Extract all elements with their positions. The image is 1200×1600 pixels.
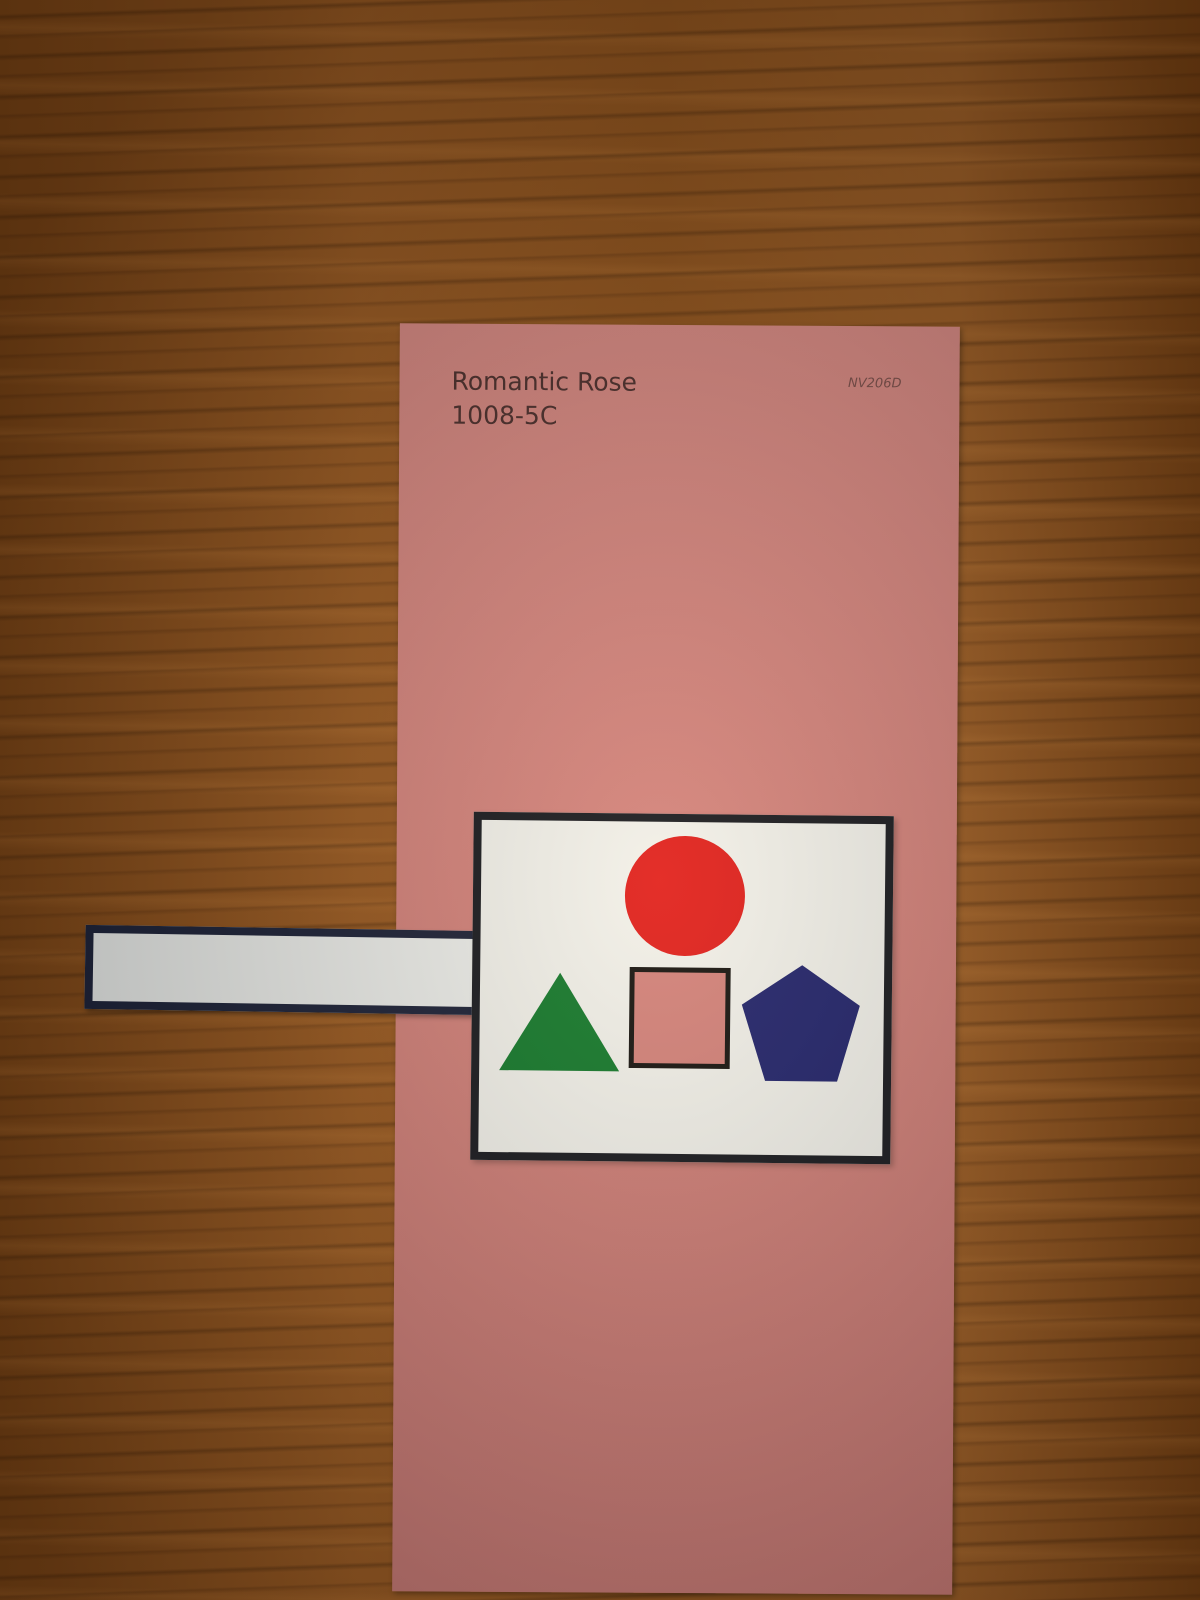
pull-tab-strip[interactable] — [84, 924, 484, 1016]
paint-chip-name: Romantic Rose — [451, 366, 638, 397]
square-cutout-window — [628, 966, 731, 1070]
blue-pentagon-icon — [741, 965, 860, 1082]
green-triangle-icon — [499, 972, 620, 1072]
paint-chip-number: 1008-5C — [451, 400, 558, 431]
wooden-table-background: Romantic Rose 1008-5C NV206D — [0, 0, 1200, 1600]
shape-card — [470, 811, 894, 1165]
paint-chip-code: NV206D — [848, 376, 902, 392]
shapes-illustration — [499, 836, 860, 1082]
red-circle-icon — [624, 836, 745, 957]
